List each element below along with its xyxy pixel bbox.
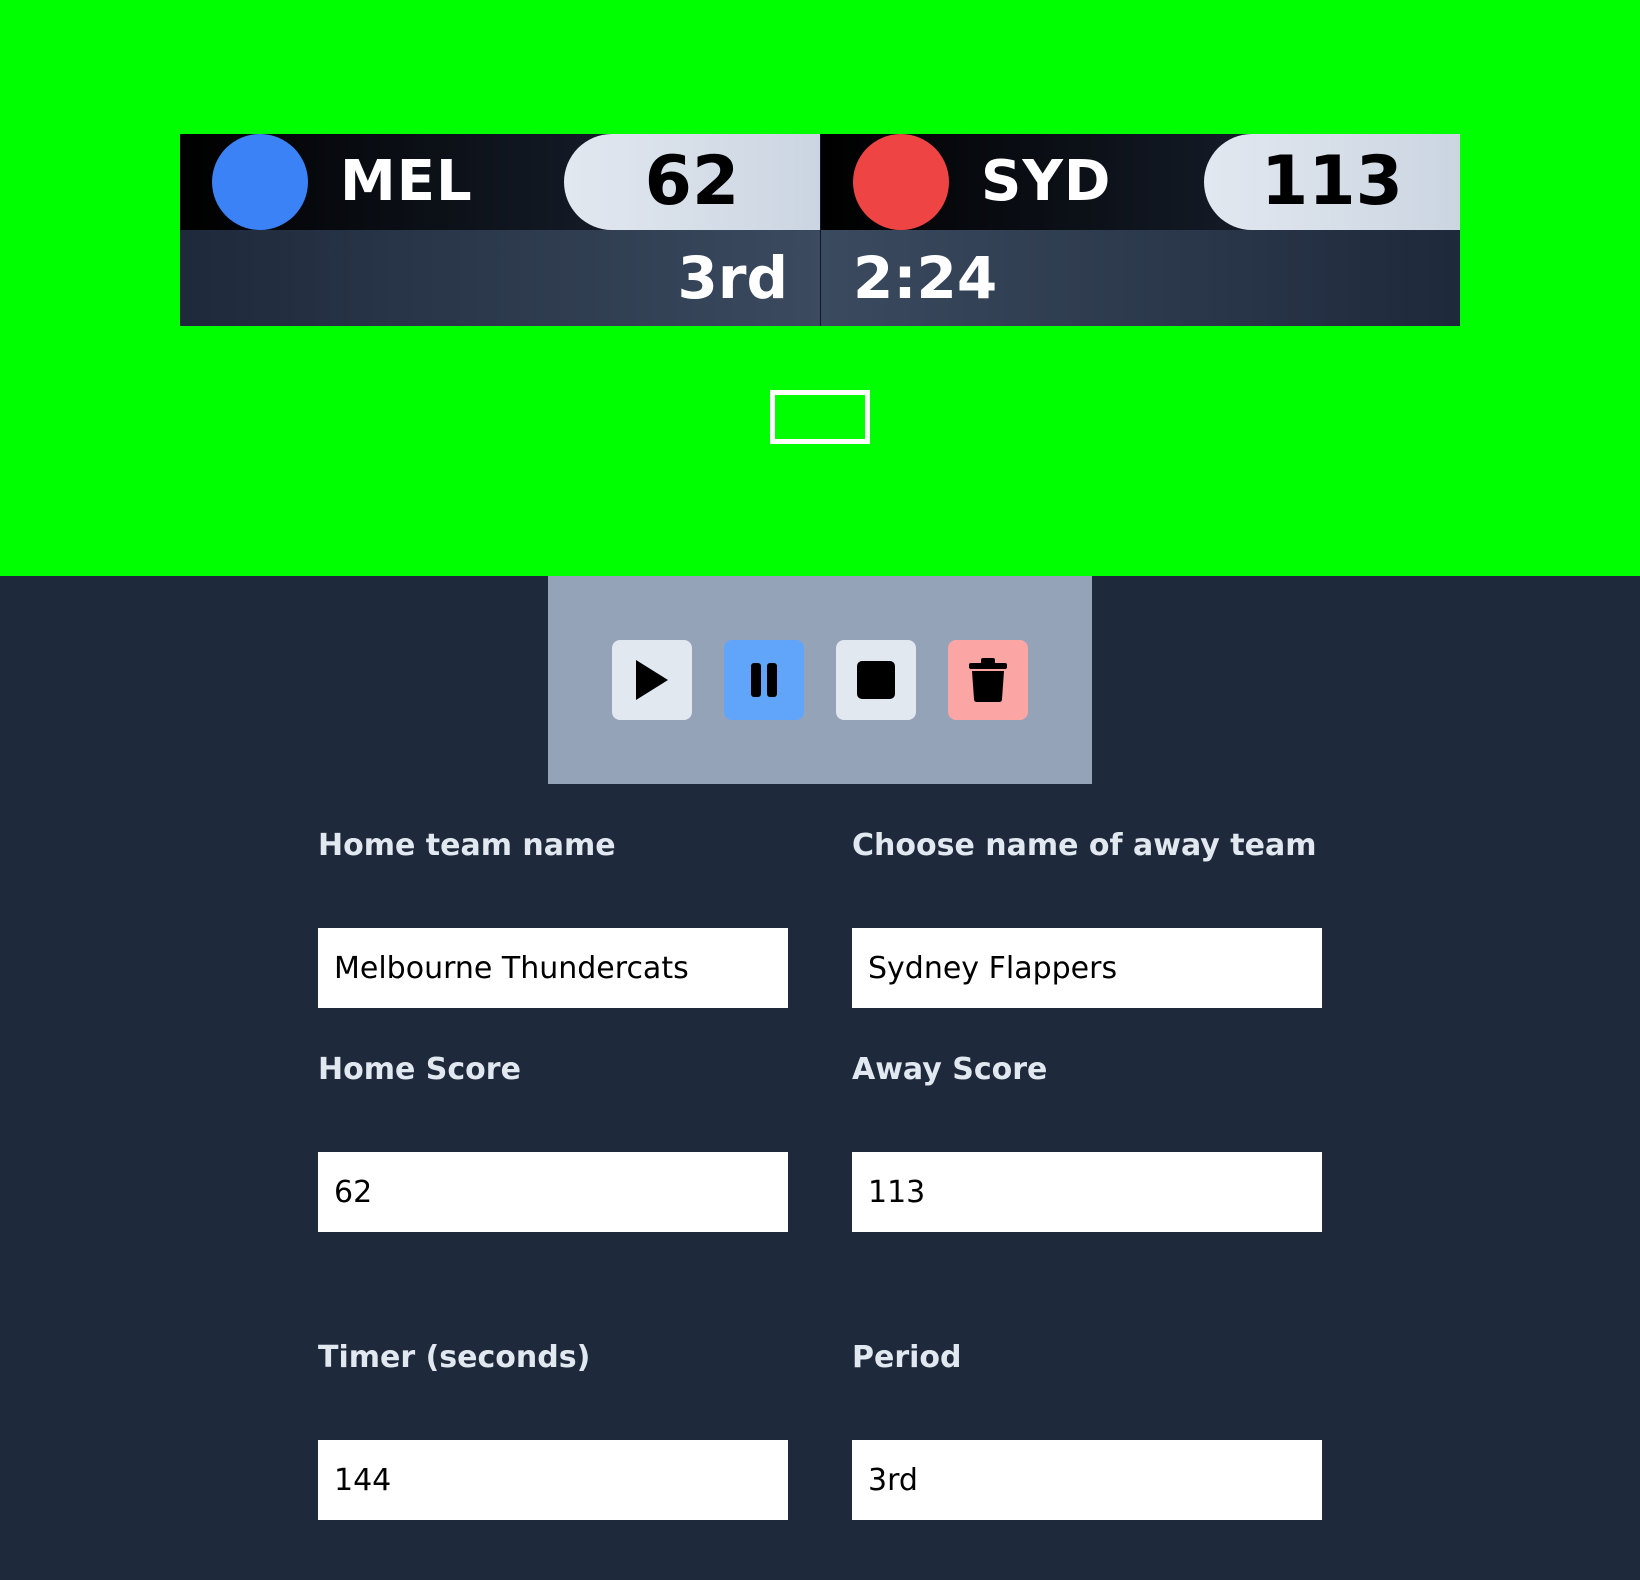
home-score-display: 62: [564, 134, 820, 230]
away-team-name-label: Choose name of away team: [852, 828, 1317, 863]
empty-overlay-box: [770, 390, 870, 444]
home-score-input[interactable]: [318, 1152, 788, 1232]
clock-display: 2:24: [853, 244, 998, 312]
home-team-name-field: Home team name: [318, 820, 788, 1008]
away-score-display: 113: [1204, 134, 1460, 230]
home-team-abbr: MEL: [340, 149, 473, 214]
period-display: 3rd: [677, 244, 788, 312]
home-team-row: MEL 62: [180, 134, 820, 230]
away-score-input[interactable]: [852, 1152, 1322, 1232]
away-score-label: Away Score: [852, 1052, 1048, 1087]
away-team-name-input[interactable]: [852, 928, 1322, 1008]
away-team-name-field: Choose name of away team: [852, 820, 1322, 1008]
home-score-label: Home Score: [318, 1052, 521, 1087]
period-row: 3rd: [180, 230, 820, 326]
stop-button[interactable]: [836, 640, 916, 720]
away-score-field: Away Score: [852, 1044, 1322, 1232]
stop-icon: [857, 661, 895, 699]
clock-row: 2:24: [821, 230, 1460, 326]
home-team-color-dot: [212, 134, 308, 230]
chroma-key-stage: MEL 62 SYD 113 3rd 2:24: [0, 0, 1640, 576]
play-button[interactable]: [612, 640, 692, 720]
away-team-abbr: SYD: [981, 149, 1112, 214]
home-team-name-label: Home team name: [318, 828, 616, 863]
home-score-field: Home Score: [318, 1044, 788, 1232]
pause-icon: [751, 663, 777, 697]
home-team-name-input[interactable]: [318, 928, 788, 1008]
scorebug-divider: [820, 134, 821, 326]
timer-field: Timer (seconds): [318, 1332, 788, 1520]
delete-button[interactable]: [948, 640, 1028, 720]
timer-controls: [548, 576, 1092, 784]
pause-button[interactable]: [724, 640, 804, 720]
play-icon: [636, 660, 668, 700]
timer-label: Timer (seconds): [318, 1340, 591, 1375]
period-label: Period: [852, 1340, 962, 1375]
scorebug: MEL 62 SYD 113 3rd 2:24: [180, 134, 1460, 326]
period-input[interactable]: [852, 1440, 1322, 1520]
trash-icon: [969, 658, 1007, 702]
away-team-row: SYD 113: [821, 134, 1460, 230]
timer-input[interactable]: [318, 1440, 788, 1520]
period-field: Period: [852, 1332, 1322, 1520]
away-team-color-dot: [853, 134, 949, 230]
